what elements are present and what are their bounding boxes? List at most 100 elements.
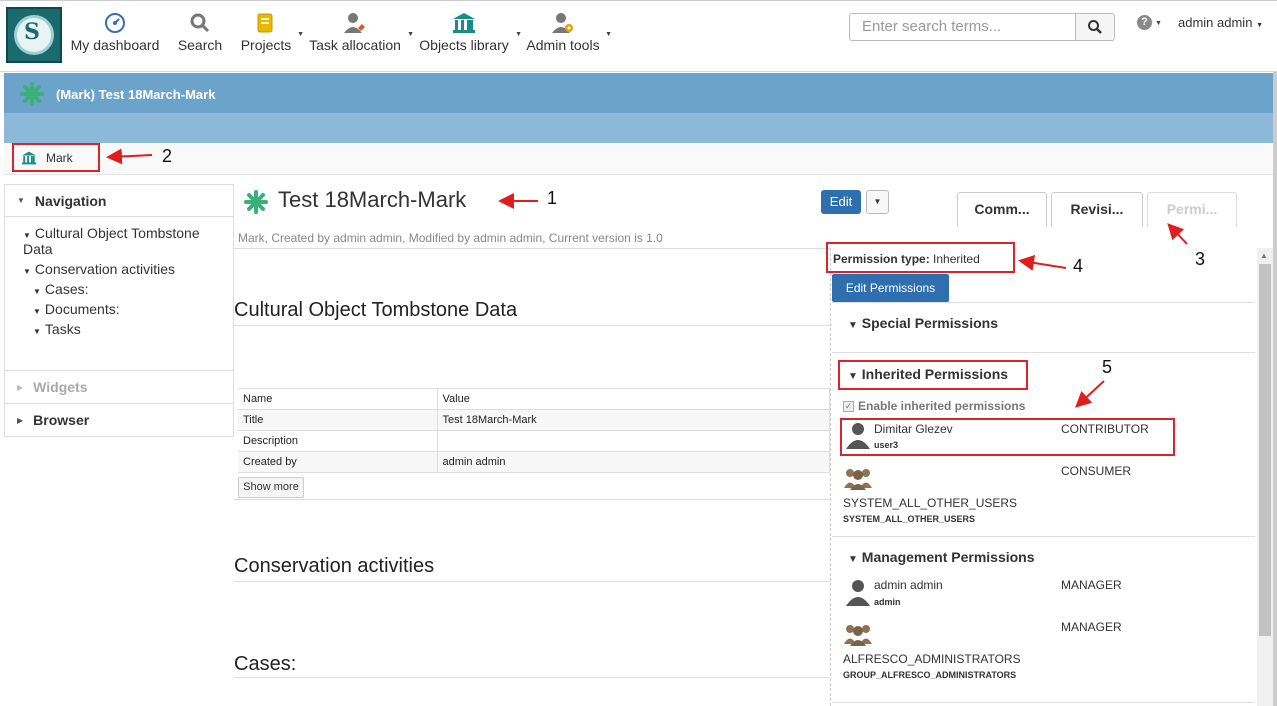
widgets-panel-header[interactable]: ▶ Widgets — [4, 371, 234, 404]
help-icon[interactable]: ? — [1137, 15, 1152, 30]
permission-user-id: user3 — [874, 440, 899, 450]
nav-projects[interactable]: Projects ▼ — [240, 9, 304, 53]
window-edge — [1273, 72, 1277, 706]
section-conservation-title: Conservation activities — [234, 555, 435, 577]
tab-revisions[interactable]: Revisi... — [1051, 192, 1143, 227]
properties-table: Name Value Title Test 18March-Mark Descr… — [238, 388, 830, 473]
permission-role: CONSUMER — [1061, 464, 1132, 478]
breadcrumb-label: Mark — [46, 150, 73, 165]
table-header-name: Name — [238, 388, 438, 410]
permission-type: Permission type: Inherited — [826, 242, 1015, 273]
triangle-down-icon: ▼ — [33, 307, 41, 316]
user-avatar-icon — [846, 423, 870, 449]
search-button[interactable] — [1075, 13, 1115, 41]
permission-type-label: Permission type: — [833, 252, 930, 266]
section-cases-title: Cases: — [234, 653, 297, 675]
nav-my-dashboard[interactable]: My dashboard — [70, 9, 160, 53]
permission-group-id: GROUP_ALFRESCO_ADMINISTRATORS — [843, 670, 1017, 680]
section-tombstone-title: Cultural Object Tombstone Data — [234, 299, 518, 321]
search-input[interactable]: Enter search terms... — [849, 13, 1076, 41]
tree-item-tasks-label: Tasks — [44, 321, 81, 337]
navigation-title: Navigation — [34, 192, 107, 209]
breadcrumb[interactable]: Mark — [12, 143, 100, 172]
nav-task-allocation[interactable]: Task allocation ▼ — [308, 9, 414, 53]
page-title: Test 18March-Mark — [278, 187, 467, 212]
enable-inherited-label: Enable inherited permissions — [858, 399, 1026, 413]
management-permissions-header[interactable]: ▼ Management Permissions — [848, 549, 1035, 565]
permission-role: CONTRIBUTOR — [1061, 422, 1149, 436]
tree-item-tombstone-label: Cultural Object Tombstone Data — [23, 225, 200, 257]
chevron-down-icon: ▼ — [407, 31, 414, 38]
permission-group-name: ALFRESCO_ADMINISTRATORS — [843, 652, 1021, 666]
search-icon — [1088, 20, 1102, 34]
edit-permissions-button[interactable]: Edit Permissions — [832, 274, 949, 302]
navigation-panel-header[interactable]: ▼ Navigation — [4, 184, 234, 217]
browser-panel-header[interactable]: ▶ Browser — [4, 404, 234, 437]
permission-group-name: SYSTEM_ALL_OTHER_USERS — [843, 496, 1018, 510]
table-cell: Title — [238, 409, 438, 431]
scrollbar-thumb[interactable] — [1259, 264, 1271, 636]
nav-objects-library-label: Objects library — [419, 37, 509, 53]
tree-item-tombstone[interactable]: ▼ Cultural Object Tombstone Data — [19, 225, 223, 257]
table-cell: admin admin — [437, 451, 830, 473]
section-divider — [234, 581, 830, 582]
triangle-down-icon: ▼ — [848, 371, 858, 382]
triangle-down-icon: ▼ — [848, 554, 858, 565]
chevron-down-icon: ▼ — [1256, 22, 1263, 29]
nav-projects-label: Projects — [240, 37, 292, 53]
annotation-number-4: 4 — [1073, 256, 1084, 276]
edit-dropdown-button[interactable]: ▼ — [866, 190, 889, 214]
triangle-right-icon: ▶ — [17, 415, 24, 425]
section-divider — [234, 499, 830, 500]
chevron-down-icon[interactable]: ▼ — [1155, 20, 1162, 27]
table-row: Description — [238, 430, 830, 452]
permission-user-name: Dimitar Glezev — [874, 422, 953, 436]
user-group-icon — [844, 625, 872, 646]
permission-role: MANAGER — [1061, 578, 1122, 592]
inherited-permissions-header[interactable]: ▼ Inherited Permissions — [848, 366, 1008, 382]
nav-objects-library[interactable]: Objects library ▼ — [418, 9, 522, 53]
magnifier-icon — [177, 9, 223, 37]
tree-item-cases[interactable]: ▼ Cases: — [19, 281, 223, 297]
user-menu[interactable]: admin admin ▼ — [1178, 15, 1263, 30]
enable-inherited-checkbox[interactable]: ✓ Enable inherited permissions — [843, 399, 1025, 413]
tab-permissions[interactable]: Permi... — [1147, 192, 1237, 227]
banner-title: (Mark) Test 18March-Mark — [56, 87, 216, 102]
asterisk-icon — [20, 82, 44, 111]
scroll-up-icon[interactable]: ▲ — [1260, 251, 1268, 260]
tree-item-conservation[interactable]: ▼ Conservation activities — [19, 261, 223, 277]
permission-user-id: admin — [874, 597, 901, 607]
chevron-down-icon: ▼ — [605, 31, 612, 38]
tree-item-tasks[interactable]: ▼ Tasks — [19, 321, 223, 337]
inherited-permissions-title: Inherited Permissions — [861, 366, 1009, 382]
sirma-logo[interactable]: S — [6, 7, 62, 63]
annotation-number-2: 2 — [162, 146, 173, 166]
left-sidebar: ▼ Navigation ▼ Cultural Object Tombstone … — [4, 184, 234, 437]
chevron-down-icon: ▼ — [297, 31, 304, 38]
nav-search[interactable]: Search — [177, 9, 223, 53]
edit-button[interactable]: Edit — [821, 190, 861, 214]
user-group-icon — [844, 469, 872, 490]
table-header-value: Value — [437, 388, 830, 410]
browser-title: Browser — [33, 412, 90, 428]
top-navigation-bar: S My dashboard Search Projects ▼ Task al… — [0, 0, 1277, 72]
special-permissions-header[interactable]: ▼ Special Permissions — [848, 315, 998, 331]
tab-comments[interactable]: Comm... — [957, 192, 1047, 227]
permissions-divider — [832, 702, 1255, 703]
museum-icon — [418, 9, 510, 37]
object-meta: Mark, Created by admin admin, Modified b… — [238, 231, 663, 245]
triangle-down-icon: ▼ — [17, 196, 25, 205]
user-task-icon — [308, 9, 402, 37]
section-divider — [234, 325, 830, 326]
table-row: Title Test 18March-Mark — [238, 409, 830, 431]
object-banner: (Mark) Test 18March-Mark — [4, 73, 1277, 143]
permissions-scrollbar[interactable]: ▲ — [1257, 248, 1273, 706]
user-avatar-icon — [846, 580, 870, 606]
table-cell: Description — [238, 430, 438, 452]
tree-item-documents[interactable]: ▼ Documents: — [19, 301, 223, 317]
nav-admin-tools[interactable]: Admin tools ▼ — [526, 9, 612, 53]
show-more-button[interactable]: Show more — [238, 477, 304, 498]
folder-icon — [240, 9, 292, 37]
annotation-number-5: 5 — [1102, 357, 1113, 377]
triangle-down-icon: ▼ — [23, 267, 31, 276]
